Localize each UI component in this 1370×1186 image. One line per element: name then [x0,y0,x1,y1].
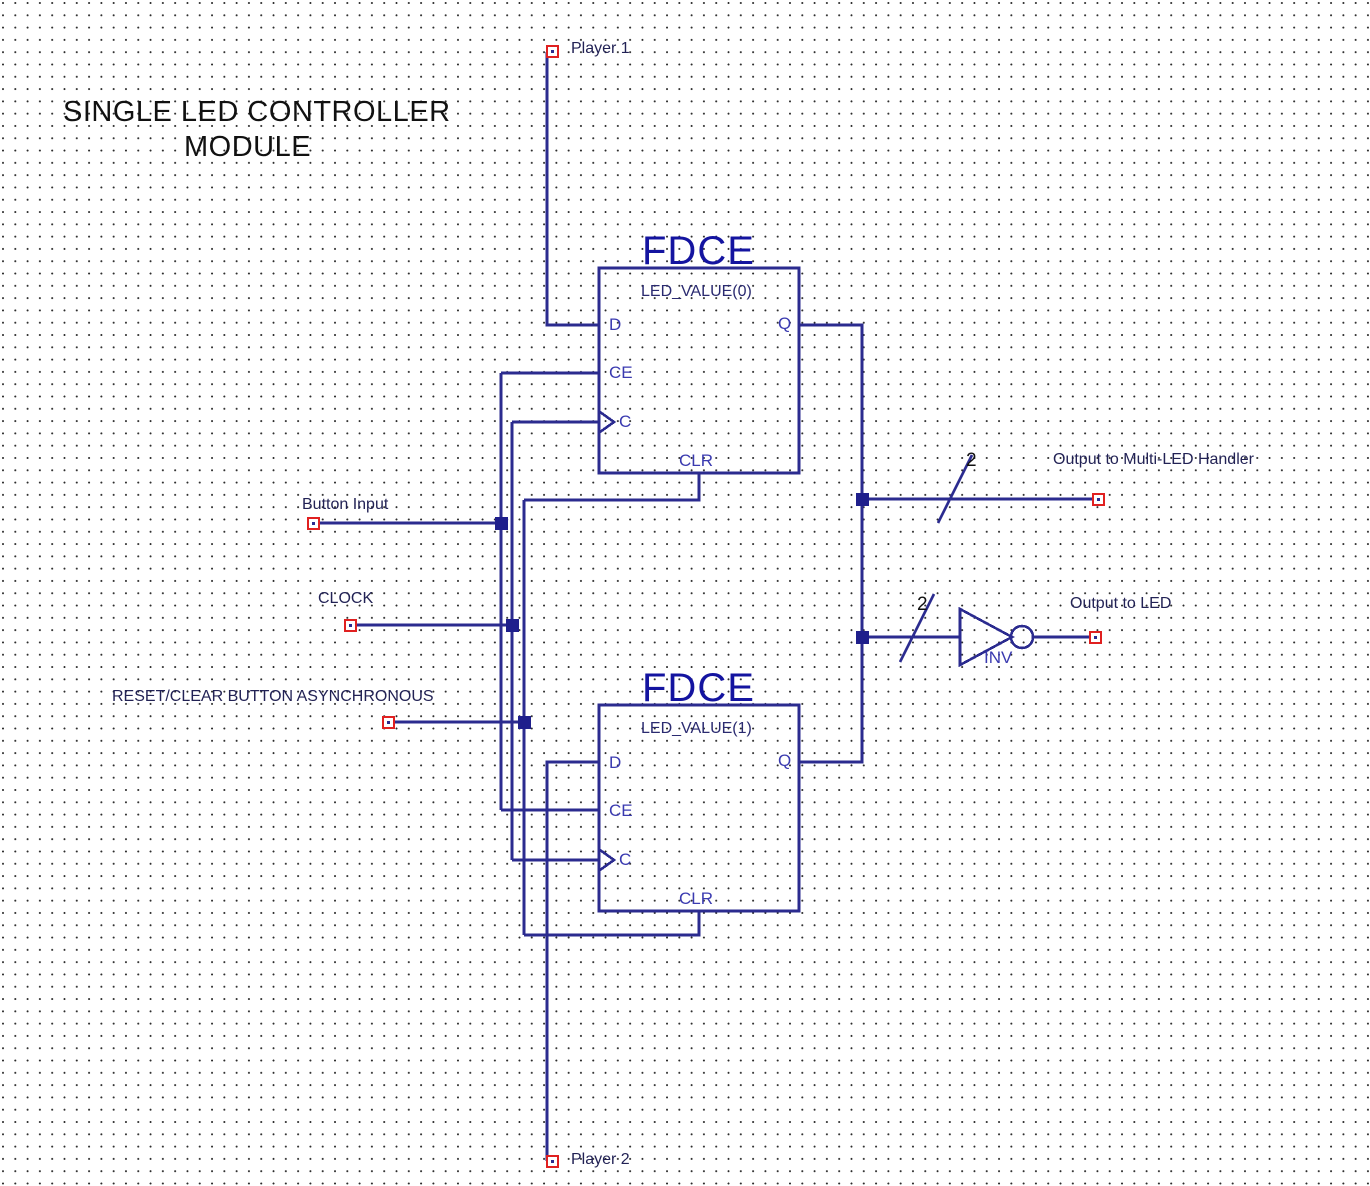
page-title-line2: MODULE [184,131,312,163]
fdce-1-pin-c: C [619,850,632,869]
port-label-reset: RESET/CLEAR BUTTON ASYNCHRONOUS [112,688,434,705]
wire-player1-to-d0 [545,52,599,327]
fdce-0-pin-clr: CLR [679,451,714,470]
port-label-button-input: Button Input [302,496,389,513]
fdce-0-pin-q: Q [778,314,792,333]
port-label-player2: Player 2 [571,1151,630,1168]
fdce-1-pin-d: D [609,753,622,772]
junction-clock [506,619,519,632]
io-marker-player1[interactable] [546,45,559,58]
schematic-canvas: SINGLE LED CONTROLLER MODULE FDCE LED_VA… [0,0,1370,1186]
fdce-0-type: FDCE [642,229,755,273]
io-marker-output-multi-led[interactable] [1092,493,1105,506]
fdce-0-instance-name: LED_VALUE(0) [641,283,752,300]
bus-width-multi-led: 2 [966,450,977,471]
wire-clr0 [524,473,701,502]
fdce-1-instance-name: LED_VALUE(1) [641,720,752,737]
clock-triangle-1 [599,848,617,872]
fdce-1-type: FDCE [642,666,755,710]
port-label-clock: CLOCK [318,590,374,607]
clock-triangle-0 [599,410,617,434]
fdce-0-pin-d: D [609,315,622,334]
port-label-output-multi-led: Output to Multi-LED Handler [1053,451,1254,468]
io-marker-reset[interactable] [382,716,395,729]
fdce-0-pin-c: C [619,412,632,431]
fdce-1-pin-ce: CE [609,801,633,820]
junction-q-bus-multi [856,493,869,506]
wire-q1-bus [799,637,864,764]
wire-layer [320,52,1093,1161]
wire-q0-bus [799,323,864,637]
fdce-1-pin-q: Q [778,751,792,770]
wire-clr1 [524,911,701,937]
io-marker-output-led[interactable] [1089,631,1102,644]
fdce-0-pin-ce: CE [609,363,633,382]
junction-q-bus-inv [856,631,869,644]
io-marker-clock[interactable] [344,619,357,632]
bus-width-led: 2 [917,594,928,615]
wire-player2-to-d1 [545,760,599,1161]
port-label-output-led: Output to LED [1070,595,1172,612]
junction-reset [518,716,531,729]
junction-button-input [495,517,508,530]
io-marker-button-input[interactable] [307,517,320,530]
inv-label: INV [984,648,1013,667]
page-title-line1: SINGLE LED CONTROLLER [63,96,451,128]
port-label-player1: Player 1 [571,40,630,57]
io-marker-player2[interactable] [546,1155,559,1168]
fdce-1-pin-clr: CLR [679,889,714,908]
